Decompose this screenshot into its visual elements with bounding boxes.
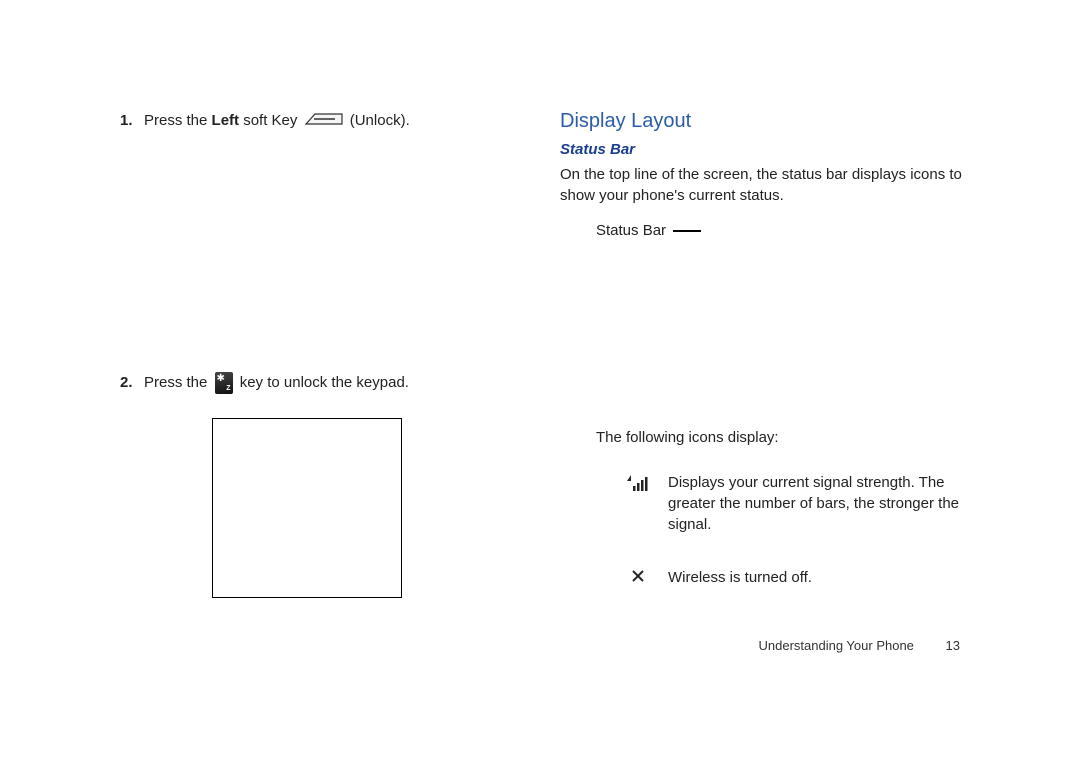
step-2-body: Press the ✱Z key to unlock the keypad. xyxy=(144,372,500,394)
icon-row-signal: Displays your current signal strength. T… xyxy=(608,472,980,535)
page-footer: Understanding Your Phone 13 xyxy=(759,638,961,653)
step-2-number: 2. xyxy=(120,372,144,394)
footer-page-number: 13 xyxy=(946,638,960,653)
icon-row-wireless-off: Wireless is turned off. xyxy=(608,567,980,588)
step-1-text-post: (Unlock). xyxy=(346,112,410,129)
step-2-text-pre: Press the xyxy=(144,374,212,391)
statusbar-callout-text: Status Bar xyxy=(596,222,666,239)
right-column: Display Layout Status Bar On the top lin… xyxy=(560,110,980,620)
step-2-text-post: key to unlock the keypad. xyxy=(236,374,409,391)
statusbar-description: On the top line of the screen, the statu… xyxy=(560,164,980,206)
step-1: 1. Press the Left soft Key (Unlock). xyxy=(120,110,500,132)
section-title: Display Layout xyxy=(560,110,980,133)
step-1-bold: Left xyxy=(212,112,240,129)
step-1-text-pre: Press the xyxy=(144,112,212,129)
icons-intro-text: The following icons display: xyxy=(596,429,980,446)
signal-desc: Displays your current signal strength. T… xyxy=(668,472,980,535)
callout-line-icon xyxy=(673,230,701,232)
signal-strength-icon xyxy=(608,472,668,492)
statusbar-callout: Status Bar xyxy=(596,222,980,239)
left-column: 1. Press the Left soft Key (Unlock). 2. … xyxy=(120,110,500,620)
wireless-off-icon xyxy=(608,567,668,583)
step-1-body: Press the Left soft Key (Unlock). xyxy=(144,110,500,132)
subsection-title: Status Bar xyxy=(560,141,980,158)
left-softkey-icon xyxy=(305,111,343,132)
wireless-off-desc: Wireless is turned off. xyxy=(668,567,980,588)
spacer xyxy=(120,140,500,372)
step-1-text-mid: soft Key xyxy=(239,112,302,129)
step-2: 2. Press the ✱Z key to unlock the keypad… xyxy=(120,372,500,394)
screen-placeholder xyxy=(212,418,402,598)
asterisk-key-icon: ✱Z xyxy=(215,372,233,394)
footer-section: Understanding Your Phone xyxy=(759,638,914,653)
step-1-number: 1. xyxy=(120,110,144,132)
page: 1. Press the Left soft Key (Unlock). 2. … xyxy=(0,0,1080,620)
